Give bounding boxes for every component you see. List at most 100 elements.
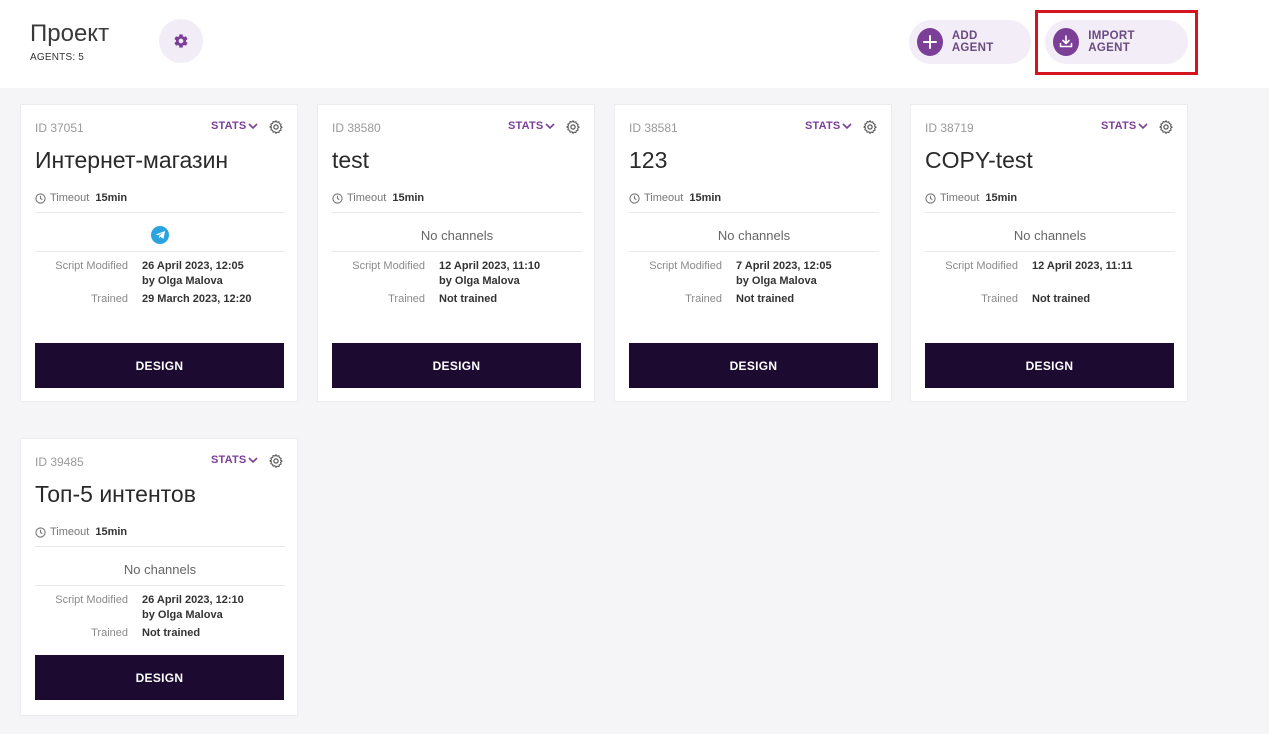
divider [35,546,285,547]
agent-name: Топ-5 интентов [35,481,196,507]
plus-icon [917,28,943,56]
clock-icon [35,192,46,204]
stats-label: STATS [805,120,841,132]
modified-date: 12 April 2023, 11:11 [1032,260,1133,272]
script-modified-label: Script Modified [55,594,128,606]
clock-icon [332,192,343,204]
agent-id: ID 38719 [925,121,974,135]
timeout-label: Timeout [644,192,684,204]
download-icon [1053,28,1080,56]
script-modified-label: Script Modified [649,260,722,272]
trained-value: 29 March 2023, 12:20 [142,293,252,305]
gear-icon[interactable] [268,453,284,469]
timeout-value: 15min [392,192,425,204]
gear-icon[interactable] [268,119,284,135]
timeout-row: Timeout 15min [925,192,1017,204]
timeout-row: Timeout 15min [35,526,127,538]
telegram-icon[interactable] [151,226,169,244]
trained-value: Not trained [439,293,498,305]
script-modified-value: 12 April 2023, 11:11 [1032,259,1133,274]
trained-value: Not trained [736,293,795,305]
timeout-label: Timeout [347,192,387,204]
modified-date: 26 April 2023, 12:10 [142,594,244,606]
import-agent-button[interactable]: IMPORT AGENT [1045,20,1188,64]
stats-dropdown[interactable]: STATS [508,120,556,132]
add-agent-button[interactable]: ADD AGENT [909,20,1031,64]
timeout-label: Timeout [940,192,980,204]
divider [629,212,879,213]
agent-id: ID 38580 [332,121,381,135]
modified-date: 7 April 2023, 12:05 [736,260,832,272]
stats-label: STATS [508,120,544,132]
trained-label: Trained [91,627,128,639]
trained-value: Not trained [142,627,201,639]
agent-card: ID 37051 STATS Интернет-магазин Timeout … [20,104,298,402]
modified-by: by Olga Malova [142,609,223,621]
divider [332,212,582,213]
design-button[interactable]: DESIGN [35,343,284,388]
gear-icon[interactable] [565,119,581,135]
chevron-down-icon [248,457,259,464]
timeout-label: Timeout [50,192,90,204]
script-modified-value: 7 April 2023, 12:05 by Olga Malova [736,259,832,289]
divider [35,251,285,252]
timeout-value: 15min [985,192,1018,204]
page-title: Проект [30,20,110,47]
agent-id: ID 38581 [629,121,678,135]
script-modified-value: 12 April 2023, 11:10 by Olga Malova [439,259,540,289]
modified-date: 12 April 2023, 11:10 [439,260,541,272]
stats-label: STATS [211,454,247,466]
script-modified-value: 26 April 2023, 12:10 by Olga Malova [142,593,244,623]
trained-label: Trained [388,293,425,305]
gear-icon [174,34,188,48]
design-button[interactable]: DESIGN [35,655,284,700]
modified-by: by Olga Malova [142,275,223,287]
channels-row [35,217,285,253]
design-button[interactable]: DESIGN [332,343,581,388]
clock-icon [925,192,936,204]
stats-dropdown[interactable]: STATS [1101,120,1149,132]
timeout-value: 15min [95,526,128,538]
chevron-down-icon [1138,123,1149,130]
clock-icon [629,192,640,204]
stats-dropdown[interactable]: STATS [211,120,259,132]
top-bar: Проект AGENTS: 5 ADD AGENT IMPORT AGENT [0,0,1269,88]
agent-card: ID 38719 STATS COPY-test Timeout 15min N… [910,104,1188,402]
stats-label: STATS [211,120,247,132]
timeout-row: Timeout 15min [35,192,127,204]
agents-grid: ID 37051 STATS Интернет-магазин Timeout … [0,88,1269,734]
script-modified-value: 26 April 2023, 12:05 by Olga Malova [142,259,244,289]
agent-card: ID 39485 STATS Топ-5 интентов Timeout 15… [20,438,298,716]
chevron-down-icon [842,123,853,130]
agent-id: ID 37051 [35,121,84,135]
divider [629,251,879,252]
design-button[interactable]: DESIGN [925,343,1174,388]
add-agent-label: ADD AGENT [951,30,994,54]
design-button[interactable]: DESIGN [629,343,878,388]
timeout-value: 15min [95,192,128,204]
agent-name: test [332,147,370,173]
stats-dropdown[interactable]: STATS [805,120,853,132]
gear-icon[interactable] [1158,119,1174,135]
agent-name: COPY-test [925,147,1033,173]
timeout-label: Timeout [50,526,90,538]
chevron-down-icon [248,123,259,130]
project-settings-button[interactable] [159,19,203,63]
agent-id: ID 39485 [35,455,84,469]
channels-row: No channels [123,561,197,577]
channels-row: No channels [717,227,791,243]
modified-by: by Olga Malova [736,275,817,287]
trained-label: Trained [685,293,722,305]
modified-date: 26 April 2023, 12:05 [142,260,244,272]
agent-card: ID 38580 STATS test Timeout 15min No cha… [317,104,595,402]
divider [925,212,1175,213]
stats-label: STATS [1101,120,1137,132]
stats-dropdown[interactable]: STATS [211,454,259,466]
script-modified-label: Script Modified [352,260,425,272]
agent-name: Интернет-магазин [35,147,229,173]
script-modified-label: Script Modified [55,260,128,272]
timeout-row: Timeout 15min [332,192,424,204]
timeout-value: 15min [689,192,722,204]
gear-icon[interactable] [862,119,878,135]
modified-by: by Olga Malova [439,275,520,287]
